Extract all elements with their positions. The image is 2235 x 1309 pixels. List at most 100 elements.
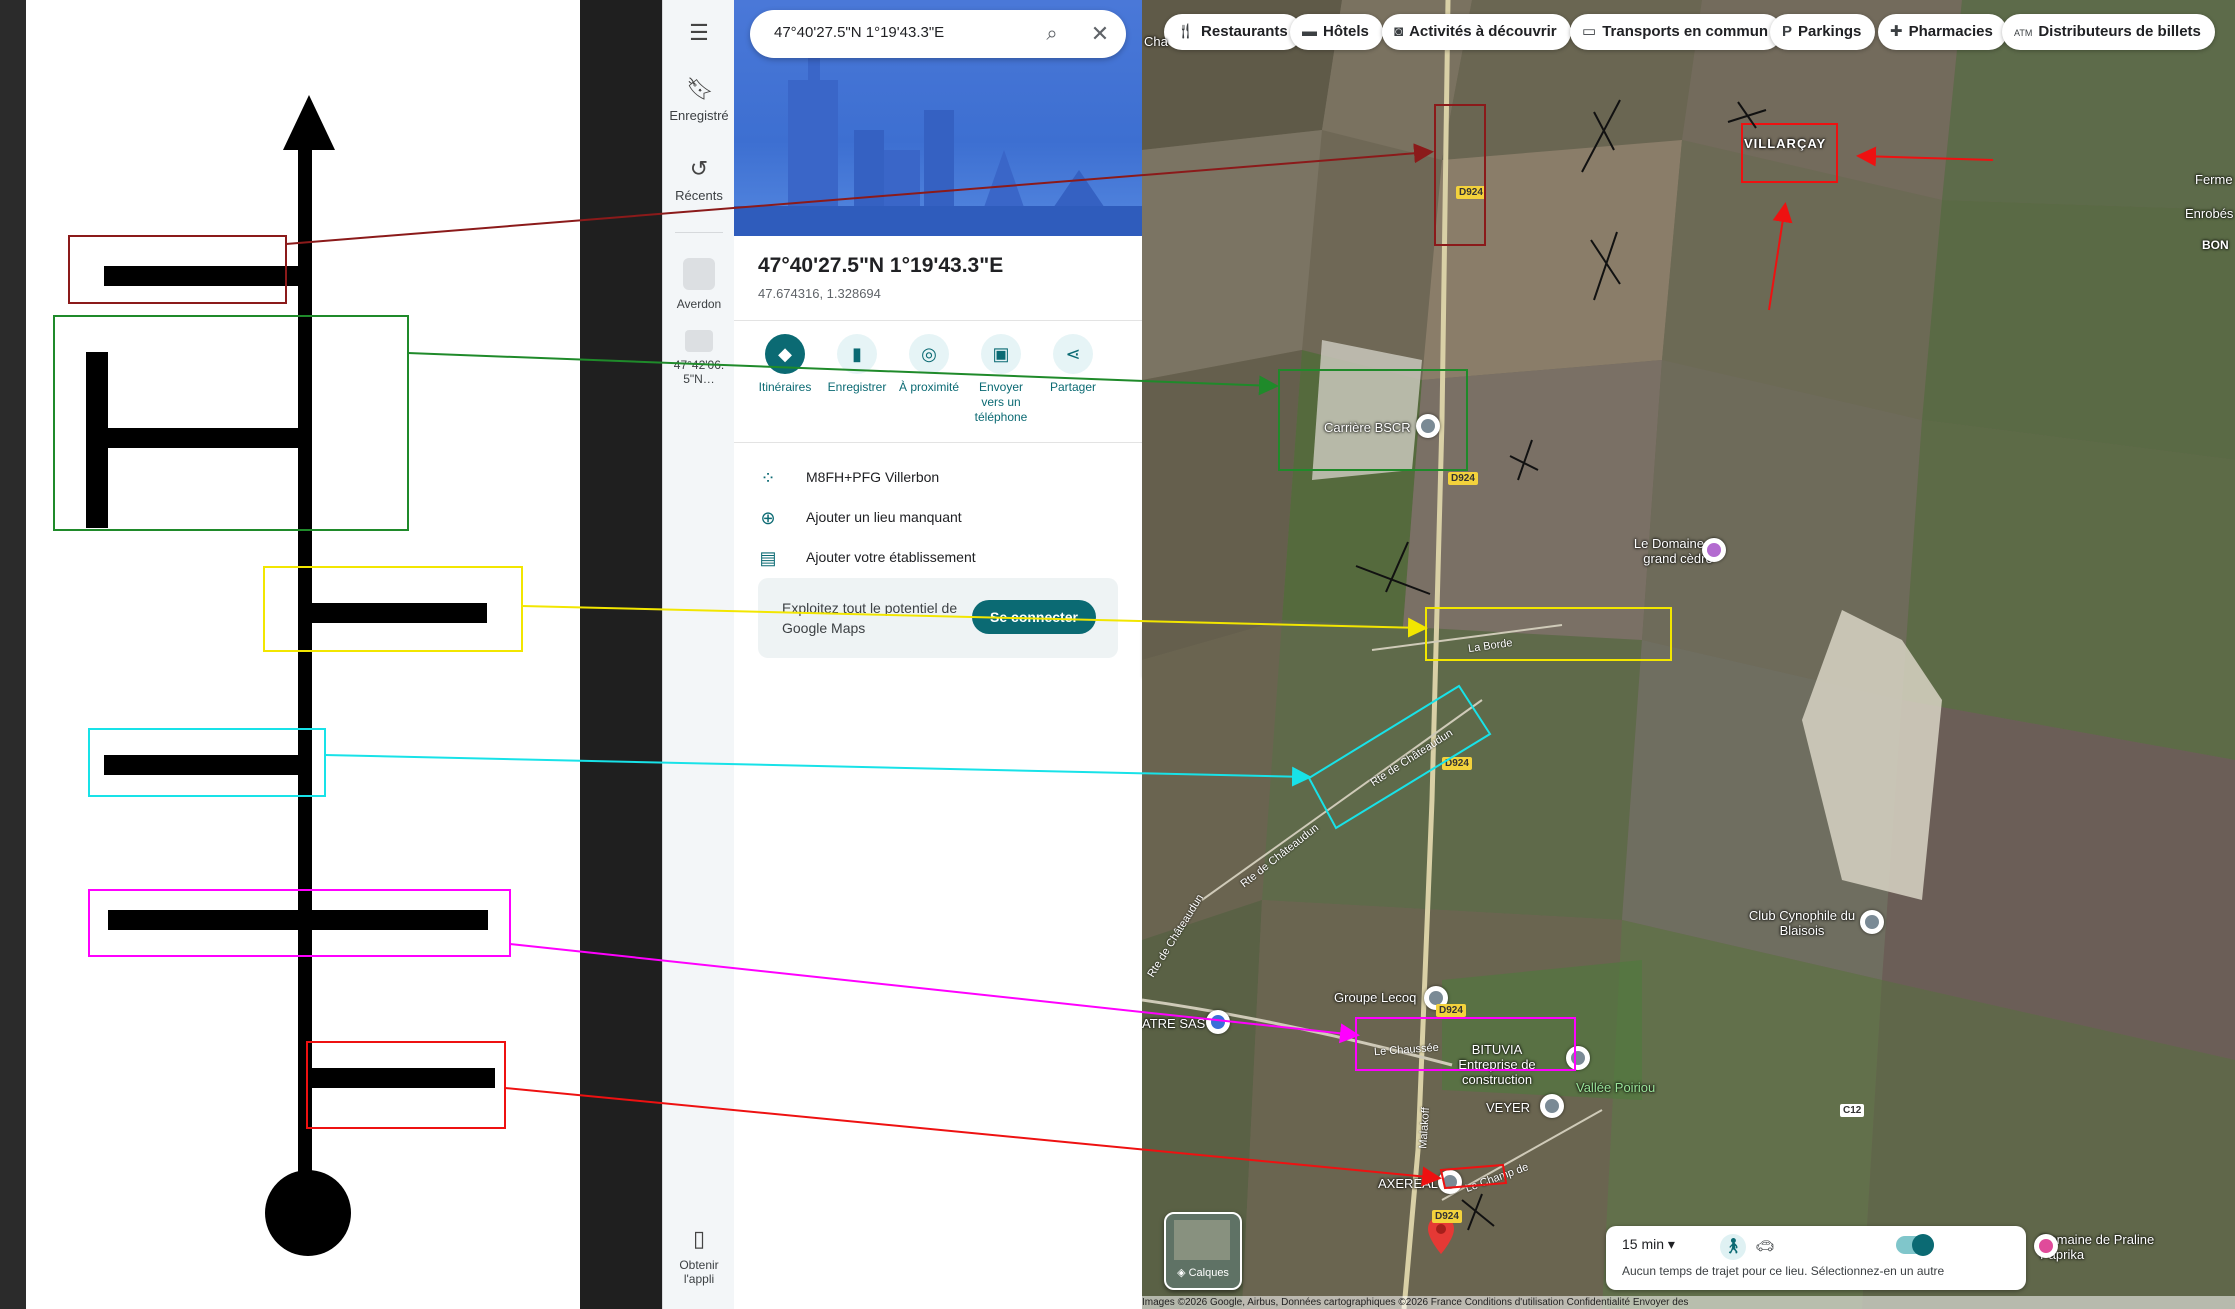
chip-parking-label: Parkings — [1798, 23, 1862, 40]
atm-icon: ATM — [2014, 28, 2033, 38]
menu-icon: ☰ — [689, 20, 709, 45]
add-business-text: Ajouter votre établissement — [806, 549, 976, 565]
share-icon: ⋖ — [1053, 334, 1093, 374]
chevron-down-icon: ▾ — [1664, 1236, 1675, 1252]
label-axereal: AXEREAL — [1378, 1176, 1438, 1191]
search-box[interactable]: 47°40'27.5"N 1°19'43.3"E ⌕ ✕ — [750, 10, 1126, 58]
save-button[interactable]: ▮ Enregistrer — [820, 334, 894, 395]
poi-carriere[interactable] — [1416, 414, 1440, 438]
rail-history-coords[interactable]: 47°42'06. 5"N… — [663, 330, 735, 386]
travel-time-select[interactable]: 15 min ▾ — [1622, 1236, 1675, 1253]
directions-button[interactable]: ◆ Itinéraires — [748, 334, 822, 395]
send-to-phone-button[interactable]: ▣ Envoyer vers un téléphone — [964, 334, 1038, 425]
rail-history-averdon[interactable]: Averdon — [663, 258, 735, 311]
travel-toggle[interactable] — [1896, 1234, 1934, 1256]
label-praline: Domaine de Praline Paprika — [2040, 1232, 2155, 1262]
rail-saved[interactable]: 🔖︎ Enregistré — [663, 76, 735, 123]
directions-label: Itinéraires — [758, 380, 812, 394]
place-thumbnail-icon — [685, 330, 713, 352]
chip-hotels-label: Hôtels — [1323, 23, 1369, 40]
send-to-phone-icon: ▣ — [981, 334, 1021, 374]
chip-activities[interactable]: ◙ Activités à découvrir — [1382, 14, 1571, 50]
chip-hotels[interactable]: ▬ Hôtels — [1290, 14, 1383, 50]
chip-atm-label: Distributeurs de billets — [2038, 23, 2201, 40]
bookmark-icon: 🔖︎ — [686, 76, 714, 101]
map-imagery — [1142, 0, 2235, 1309]
left-shade — [0, 0, 26, 1309]
label-carriere: Carrière BSCR — [1324, 420, 1411, 435]
label-veyer: VEYER — [1486, 1100, 1531, 1115]
nearby-icon: ◎ — [909, 334, 949, 374]
poi-veyer[interactable] — [1540, 1094, 1564, 1118]
hotel-icon: ▬ — [1302, 23, 1317, 40]
layers-icon: ◈ — [1177, 1267, 1189, 1279]
send-to-phone-label: Envoyer vers un téléphone — [974, 380, 1028, 424]
poi-praline[interactable] — [2034, 1234, 2058, 1258]
transit-icon: ▭ — [1582, 23, 1597, 40]
label-villarcay: VILLARÇAY — [1744, 136, 1827, 151]
label-club: Club Cynophile du Blaisois — [1748, 908, 1856, 938]
road-badge-c12: C12 — [1840, 1104, 1865, 1117]
share-button[interactable]: ⋖ Partager — [1036, 334, 1110, 395]
maps-rail: ☰ 🔖︎ Enregistré ↺ Récents Averdon 47°42'… — [662, 0, 735, 1309]
road-badge-d924: D924 — [1448, 472, 1478, 485]
car-icon[interactable]: 🚗︎ — [1752, 1234, 1778, 1260]
plus-code-icon: ⁘ — [760, 468, 776, 488]
rail-get-app[interactable]: ▯ Obtenir l'appli — [663, 1226, 735, 1286]
close-icon[interactable]: ✕ — [1088, 22, 1112, 46]
label-vallee: Vallée Poiriou — [1576, 1080, 1656, 1095]
chip-pharmacies[interactable]: ✚ Pharmacies — [1878, 14, 2007, 50]
promo-text: Exploitez tout le potentiel de Google Ma… — [782, 600, 958, 636]
road-badge-d924: D924 — [1432, 1210, 1462, 1223]
chip-parking[interactable]: P Parkings — [1770, 14, 1876, 50]
rail-recents[interactable]: ↺ Récents — [663, 156, 735, 203]
share-label: Partager — [1049, 380, 1097, 394]
phone-icon: ▯ — [692, 1226, 706, 1251]
label-bituvia: BITUVIA Entreprise de construction — [1458, 1042, 1536, 1087]
chip-restaurants-label: Restaurants — [1201, 23, 1288, 40]
walk-icon[interactable]: 🚶︎ — [1720, 1234, 1746, 1260]
chip-transit-label: Transports en commun — [1602, 23, 1769, 40]
layers-button[interactable]: ◈ Calques — [1164, 1212, 1242, 1290]
label-lecoq: Groupe Lecoq — [1334, 990, 1417, 1005]
nearby-button[interactable]: ◎ À proximité — [892, 334, 966, 395]
rail-history-1-label: Averdon — [676, 297, 722, 311]
layers-label: Calques — [1188, 1267, 1229, 1279]
place-thumbnail-icon — [683, 258, 715, 290]
restaurant-icon: 🍴︎ — [1176, 23, 1196, 40]
map-attribution: Images ©2026 Google, Airbus, Données car… — [1142, 1296, 2235, 1309]
chip-activities-label: Activités à découvrir — [1409, 23, 1557, 40]
label-atre: ATRE SAS — [1142, 1016, 1206, 1031]
signin-promo: Exploitez tout le potentiel de Google Ma… — [758, 578, 1118, 658]
poi-axereal[interactable] — [1438, 1170, 1462, 1194]
poi-atre[interactable] — [1206, 1010, 1230, 1034]
bookmark-icon: ▮ — [837, 334, 877, 374]
nearby-label: À proximité — [898, 380, 960, 394]
divider — [734, 442, 1142, 443]
place-title: 47°40'27.5"N 1°19'43.3"E — [758, 254, 1004, 277]
menu-button[interactable]: ☰ — [663, 20, 735, 52]
search-input[interactable]: 47°40'27.5"N 1°19'43.3"E — [774, 24, 944, 41]
chip-transit[interactable]: ▭ Transports en commun — [1570, 14, 1783, 50]
signin-button[interactable]: Se connecter — [972, 600, 1096, 634]
diagram-panel — [0, 0, 580, 1309]
satellite-map[interactable]: 🍴︎ Restaurants ▬ Hôtels ◙ Activités à décou… — [1142, 0, 2235, 1309]
poi-domaine[interactable] — [1702, 538, 1726, 562]
desktop-gap — [580, 0, 662, 1309]
road-badge-d924: D924 — [1442, 757, 1472, 770]
divider — [734, 320, 1142, 321]
chip-pharmacies-label: Pharmacies — [1908, 23, 1993, 40]
poi-club[interactable] — [1860, 910, 1884, 934]
rail-recents-label: Récents — [675, 188, 723, 203]
poi-bituvia[interactable] — [1566, 1046, 1590, 1070]
travel-time-value: 15 min — [1622, 1236, 1665, 1252]
chip-restaurants[interactable]: 🍴︎ Restaurants — [1164, 14, 1302, 50]
add-business-icon: ▤ — [759, 548, 777, 568]
label-enrobes: Enrobés — [2185, 206, 2234, 221]
search-icon[interactable]: ⌕ — [1040, 22, 1064, 46]
rail-divider — [675, 232, 723, 233]
road-badge-d924: D924 — [1456, 186, 1486, 199]
place-panel: 47°40'27.5"N 1°19'43.3"E ⌕ ✕ 47°40'27.5"… — [734, 0, 1142, 1309]
history-icon: ↺ — [689, 156, 709, 181]
chip-atm[interactable]: ATM Distributeurs de billets — [2002, 14, 2215, 50]
